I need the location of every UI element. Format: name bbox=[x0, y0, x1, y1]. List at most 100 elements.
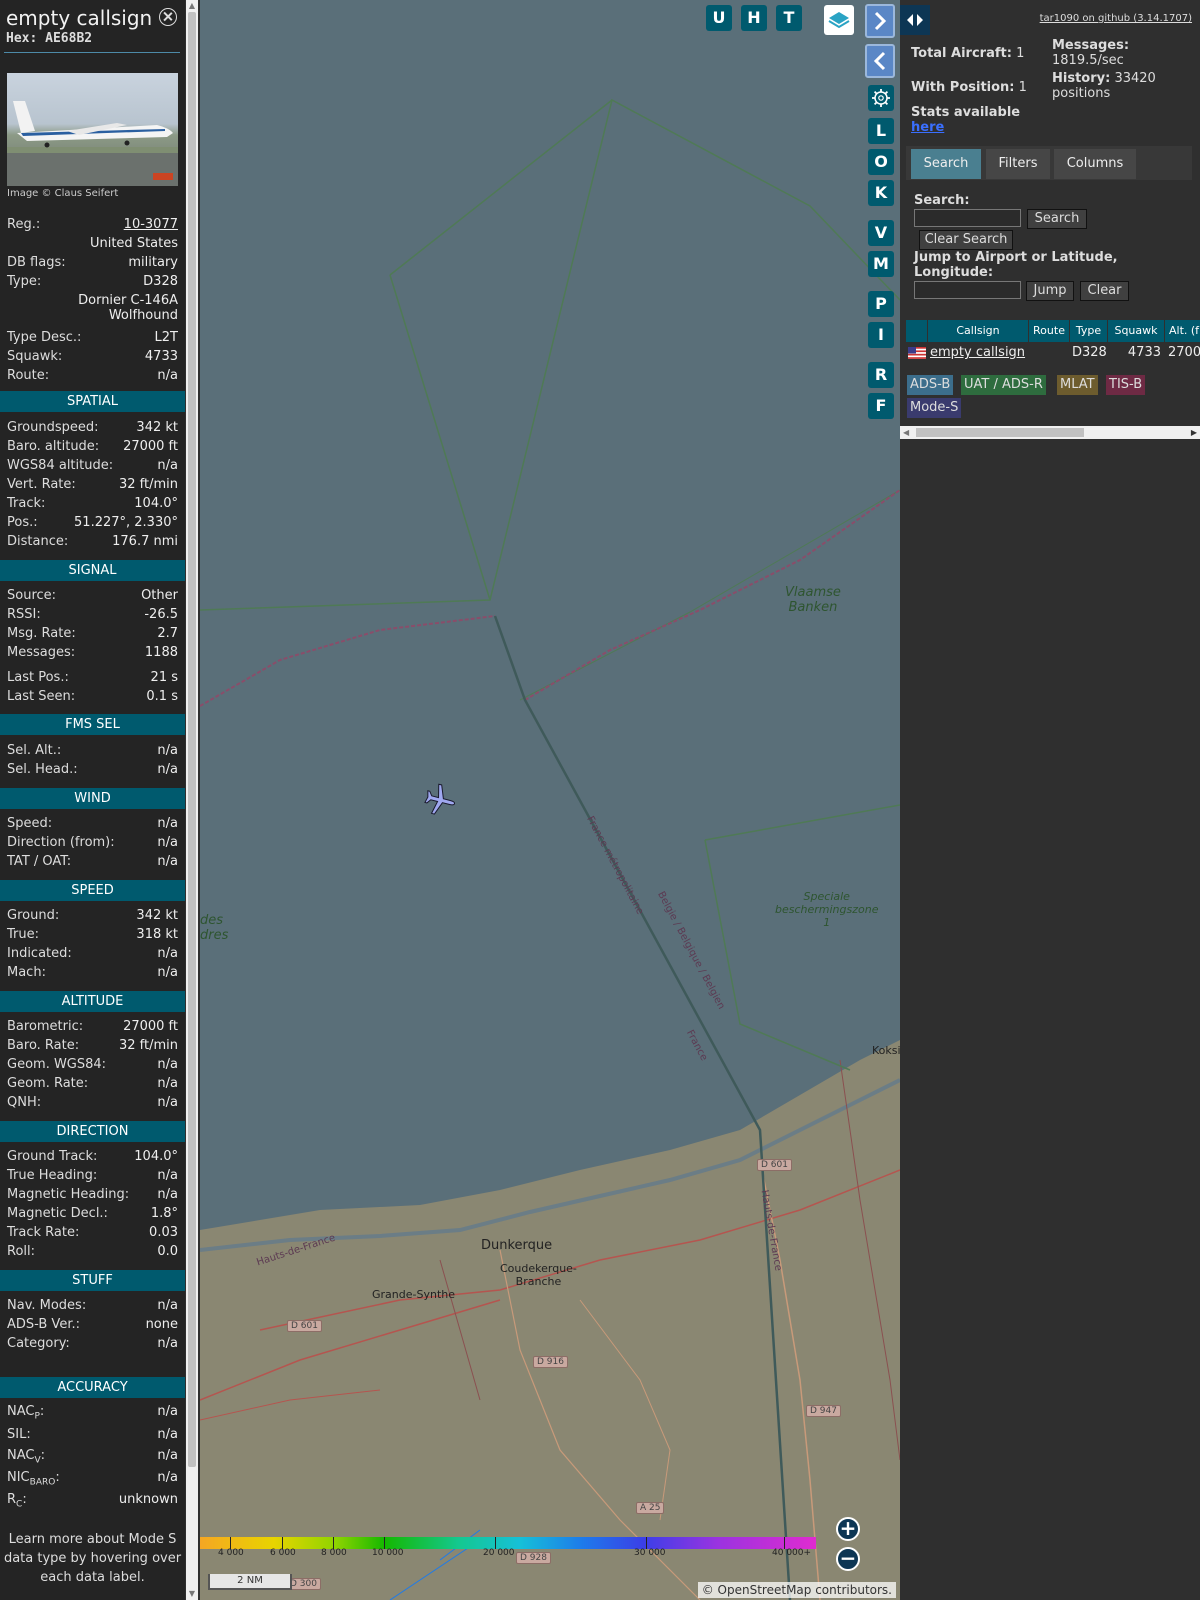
toggle-f-button[interactable]: F bbox=[868, 393, 894, 419]
info-key[interactable]: Direction (from): bbox=[7, 835, 115, 850]
info-key[interactable]: Msg. Rate: bbox=[7, 626, 76, 641]
map-view[interactable]: Vlaamse Banken Speciale beschermingszone… bbox=[200, 0, 900, 1600]
toggle-i-button[interactable]: I bbox=[868, 322, 894, 348]
info-key[interactable]: Messages: bbox=[7, 645, 75, 660]
section-header-stuff[interactable]: STUFF bbox=[0, 1270, 185, 1291]
toggle-p-button[interactable]: P bbox=[868, 291, 894, 317]
scroll-up-icon[interactable]: ▲ bbox=[186, 0, 198, 12]
info-key[interactable]: Geom. Rate: bbox=[7, 1076, 88, 1091]
info-key[interactable]: NACV: bbox=[7, 1448, 45, 1466]
clear-search-button[interactable]: Clear Search bbox=[919, 230, 1013, 250]
info-key[interactable]: Magnetic Heading: bbox=[7, 1187, 129, 1202]
info-value[interactable]: 10-3077 bbox=[124, 217, 178, 232]
column-type[interactable]: Type bbox=[1070, 320, 1107, 342]
section-header-spatial[interactable]: SPATIAL bbox=[0, 391, 185, 412]
info-key[interactable]: Reg.: bbox=[7, 217, 40, 232]
map-attribution[interactable]: © OpenStreetMap contributors. bbox=[697, 1582, 896, 1598]
toggle-o-button[interactable]: O bbox=[868, 149, 894, 175]
info-key[interactable]: Source: bbox=[7, 588, 56, 603]
column-altitude[interactable]: Alt. (f bbox=[1165, 320, 1200, 342]
info-key[interactable]: RC: bbox=[7, 1492, 27, 1510]
info-key[interactable]: Squawk: bbox=[7, 349, 62, 364]
tab-columns[interactable]: Columns bbox=[1054, 149, 1136, 179]
info-key[interactable]: Geom. WGS84: bbox=[7, 1057, 106, 1072]
layers-button[interactable] bbox=[824, 5, 854, 35]
toggle-sidebar-button[interactable] bbox=[900, 5, 930, 35]
info-key[interactable]: Last Pos.: bbox=[7, 670, 69, 685]
section-header-wind[interactable]: WIND bbox=[0, 788, 185, 809]
info-key[interactable]: Track: bbox=[7, 496, 45, 511]
info-key[interactable]: RSSI: bbox=[7, 607, 41, 622]
info-key[interactable]: WGS84 altitude: bbox=[7, 458, 113, 473]
info-key[interactable]: NICBARO: bbox=[7, 1470, 60, 1488]
aircraft-photo[interactable] bbox=[7, 73, 178, 186]
info-key[interactable]: Distance: bbox=[7, 534, 68, 549]
section-header-altitude[interactable]: ALTITUDE bbox=[0, 991, 185, 1012]
toggle-m-button[interactable]: M bbox=[868, 251, 894, 277]
scrollbar-thumb[interactable] bbox=[916, 428, 1084, 437]
info-key[interactable]: Last Seen: bbox=[7, 689, 75, 704]
toggle-h-button[interactable]: H bbox=[741, 5, 767, 31]
info-key[interactable]: Magnetic Decl.: bbox=[7, 1206, 108, 1221]
scroll-down-icon[interactable]: ▼ bbox=[186, 1588, 198, 1600]
toggle-u-button[interactable]: U bbox=[706, 5, 732, 31]
info-key[interactable]: Barometric: bbox=[7, 1019, 83, 1034]
info-key[interactable]: Baro. altitude: bbox=[7, 439, 99, 454]
info-key[interactable]: QNH: bbox=[7, 1095, 41, 1110]
info-key[interactable]: Category: bbox=[7, 1336, 70, 1351]
info-key[interactable]: Track Rate: bbox=[7, 1225, 79, 1240]
info-key[interactable]: True: bbox=[7, 927, 39, 942]
row-callsign[interactable]: empty callsign bbox=[930, 343, 1028, 363]
toggle-t-button[interactable]: T bbox=[776, 5, 802, 31]
info-key[interactable]: SIL: bbox=[7, 1427, 31, 1442]
settings-button[interactable] bbox=[868, 85, 894, 111]
column-callsign[interactable]: Callsign bbox=[928, 320, 1028, 342]
info-key[interactable]: Roll: bbox=[7, 1244, 35, 1259]
tab-filters[interactable]: Filters bbox=[986, 149, 1050, 179]
info-key[interactable]: Pos.: bbox=[7, 515, 38, 530]
section-header-fms[interactable]: FMS SEL bbox=[0, 714, 185, 735]
info-key[interactable]: Nav. Modes: bbox=[7, 1298, 86, 1313]
info-key[interactable]: Route: bbox=[7, 368, 49, 383]
info-key[interactable]: Ground: bbox=[7, 908, 59, 923]
aircraft-marker-icon[interactable] bbox=[422, 782, 458, 818]
info-key[interactable]: Groundspeed: bbox=[7, 420, 98, 435]
info-key[interactable]: Indicated: bbox=[7, 946, 72, 961]
section-header-signal[interactable]: SIGNAL bbox=[0, 560, 185, 581]
left-panel-scrollbar[interactable]: ▲ ▼ bbox=[186, 0, 198, 1600]
column-route[interactable]: Route bbox=[1029, 320, 1069, 342]
info-key[interactable]: Type Desc.: bbox=[7, 330, 81, 345]
jump-input[interactable] bbox=[914, 281, 1021, 299]
section-header-speed[interactable]: SPEED bbox=[0, 880, 185, 901]
info-key[interactable]: Mach: bbox=[7, 965, 46, 980]
info-key[interactable]: TAT / OAT: bbox=[7, 854, 71, 869]
info-key[interactable]: ADS-B Ver.: bbox=[7, 1317, 80, 1332]
tab-search[interactable]: Search bbox=[911, 149, 981, 179]
section-header-direction[interactable]: DIRECTION bbox=[0, 1121, 185, 1142]
toggle-r-button[interactable]: R bbox=[868, 362, 894, 388]
toggle-l-button[interactable]: L bbox=[868, 118, 894, 144]
info-key[interactable]: Speed: bbox=[7, 816, 52, 831]
info-key[interactable]: Vert. Rate: bbox=[7, 477, 76, 492]
search-button[interactable]: Search bbox=[1027, 209, 1087, 229]
github-link[interactable]: tar1090 on github (3.14.1707) bbox=[1040, 13, 1192, 24]
jump-button[interactable]: Jump bbox=[1026, 281, 1074, 301]
stats-link[interactable]: here bbox=[911, 120, 944, 135]
collapse-left-button[interactable] bbox=[865, 44, 895, 78]
info-key[interactable]: Type: bbox=[7, 274, 41, 289]
scroll-left-icon[interactable]: ◀ bbox=[903, 428, 909, 437]
info-key[interactable]: Sel. Alt.: bbox=[7, 743, 61, 758]
clear-button[interactable]: Clear bbox=[1080, 281, 1129, 301]
close-icon[interactable] bbox=[159, 8, 177, 26]
info-key[interactable]: Ground Track: bbox=[7, 1149, 97, 1164]
zoom-out-button[interactable]: − bbox=[836, 1547, 860, 1571]
info-key[interactable]: Sel. Head.: bbox=[7, 762, 78, 777]
info-key[interactable]: True Heading: bbox=[7, 1168, 97, 1183]
scroll-right-icon[interactable]: ▶ bbox=[1191, 428, 1197, 437]
column-squawk[interactable]: Squawk bbox=[1108, 320, 1164, 342]
toggle-k-button[interactable]: K bbox=[868, 180, 894, 206]
toggle-v-button[interactable]: V bbox=[868, 220, 894, 246]
scrollbar-thumb[interactable] bbox=[188, 12, 196, 1467]
search-input[interactable] bbox=[914, 209, 1021, 227]
info-key[interactable]: NACP: bbox=[7, 1404, 44, 1422]
